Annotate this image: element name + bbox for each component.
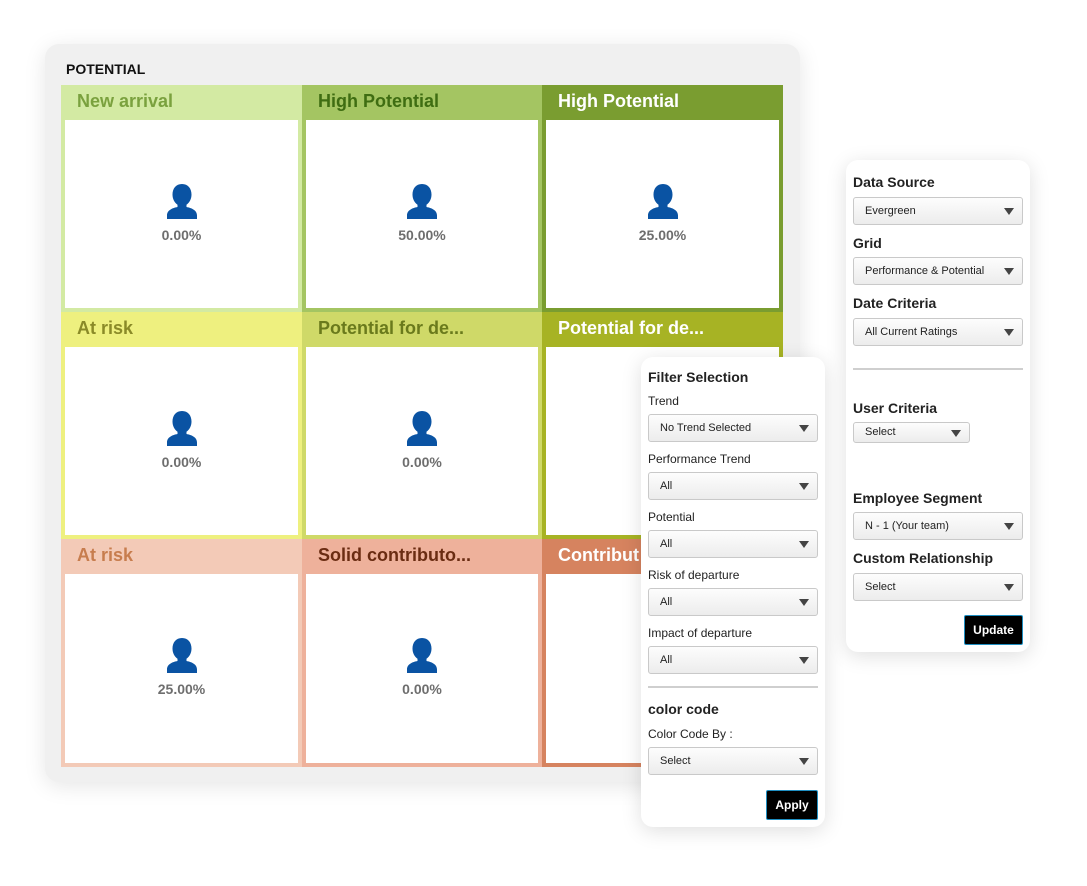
grid-cell-label: At risk bbox=[77, 545, 134, 565]
grid-cell-percentage: 50.00% bbox=[398, 227, 446, 243]
grid-cell-label: High Potential bbox=[318, 91, 439, 111]
chevron-down-icon bbox=[1004, 329, 1014, 336]
impact-of-departure-select-value: All bbox=[660, 654, 673, 666]
grid-cell-percentage: 25.00% bbox=[157, 681, 206, 697]
chevron-down-icon bbox=[799, 541, 809, 548]
chevron-down-icon bbox=[799, 599, 809, 606]
grid-cell-percentage: 0.00% bbox=[402, 454, 442, 470]
apply-button[interactable]: Apply bbox=[766, 790, 818, 820]
chevron-down-icon bbox=[1004, 584, 1014, 591]
grid-cell-label: Contribut bbox=[558, 545, 639, 565]
grid-title: POTENTIAL bbox=[66, 61, 146, 77]
grid-cell-label: High Potential bbox=[558, 91, 679, 111]
performance-trend-label: Performance Trend bbox=[648, 452, 751, 466]
update-button[interactable]: Update bbox=[964, 615, 1023, 645]
color-code-by-select-value: Select bbox=[660, 755, 691, 767]
potential-select[interactable]: All bbox=[648, 530, 818, 558]
trend-select[interactable]: No Trend Selected bbox=[648, 414, 818, 442]
date-criteria-label: Date Criteria bbox=[853, 295, 937, 311]
grid-select[interactable]: Performance & Potential bbox=[853, 257, 1023, 285]
trend-select-value: No Trend Selected bbox=[660, 422, 752, 434]
chevron-down-icon bbox=[1004, 268, 1014, 275]
person-icon bbox=[165, 182, 199, 220]
date-criteria-select[interactable]: All Current Ratings bbox=[853, 318, 1023, 346]
grid-cell-label: Potential for de... bbox=[318, 318, 465, 338]
person-icon bbox=[165, 636, 199, 674]
chevron-down-icon bbox=[799, 425, 809, 432]
impact-of-departure-label: Impact of departure bbox=[648, 626, 753, 640]
color-code-title: color code bbox=[648, 701, 719, 717]
grid-select-value: Performance & Potential bbox=[865, 265, 985, 277]
chevron-down-icon bbox=[799, 483, 809, 490]
chevron-down-icon bbox=[951, 430, 961, 437]
divider bbox=[648, 686, 818, 688]
employee-segment-select-value: N - 1 (Your team) bbox=[865, 520, 949, 532]
person-icon bbox=[165, 409, 199, 447]
filter-selection-title: Filter Selection bbox=[648, 369, 749, 385]
grid-cell-percentage: 0.00% bbox=[161, 227, 202, 243]
grid-cell-percentage: 0.00% bbox=[402, 681, 442, 697]
chevron-down-icon bbox=[1004, 208, 1014, 215]
potential-label: Potential bbox=[648, 510, 695, 524]
grid-cell-label: Solid contributo... bbox=[318, 545, 471, 565]
user-criteria-select-value: Select bbox=[865, 426, 896, 438]
grid-cell-label: New arrival bbox=[77, 91, 174, 111]
data-source-label: Data Source bbox=[853, 174, 935, 190]
employee-segment-label: Employee Segment bbox=[853, 490, 983, 506]
chevron-down-icon bbox=[799, 657, 809, 664]
data-source-select[interactable]: Evergreen bbox=[853, 197, 1023, 225]
trend-label: Trend bbox=[648, 394, 679, 408]
user-criteria-label: User Criteria bbox=[853, 400, 938, 416]
chevron-down-icon bbox=[799, 758, 809, 765]
custom-relationship-select[interactable]: Select bbox=[853, 573, 1023, 601]
grid-cell-percentage: 0.00% bbox=[161, 454, 202, 470]
chevron-down-icon bbox=[1004, 523, 1014, 530]
color-code-by-select[interactable]: Select bbox=[648, 747, 818, 775]
risk-of-departure-select[interactable]: All bbox=[648, 588, 818, 616]
custom-relationship-label: Custom Relationship bbox=[853, 550, 994, 566]
potential-select-value: All bbox=[660, 538, 673, 550]
divider bbox=[853, 368, 1023, 370]
person-icon bbox=[405, 409, 439, 447]
user-criteria-select[interactable]: Select bbox=[853, 422, 970, 443]
date-criteria-select-value: All Current Ratings bbox=[865, 326, 958, 338]
performance-trend-select[interactable]: All bbox=[648, 472, 818, 500]
grid-cell-label: At risk bbox=[77, 318, 134, 338]
performance-trend-select-value: All bbox=[660, 480, 673, 492]
risk-of-departure-select-value: All bbox=[660, 596, 673, 608]
risk-of-departure-label: Risk of departure bbox=[648, 568, 740, 582]
grid-cell-percentage: 25.00% bbox=[638, 227, 687, 243]
color-code-by-label: Color Code By : bbox=[648, 727, 733, 741]
grid-label: Grid bbox=[853, 235, 882, 251]
employee-segment-select[interactable]: N - 1 (Your team) bbox=[853, 512, 1023, 540]
custom-relationship-select-value: Select bbox=[865, 581, 896, 593]
person-icon bbox=[646, 182, 680, 220]
grid-cell-label: Potential for de... bbox=[558, 318, 705, 338]
person-icon bbox=[405, 182, 439, 220]
data-source-select-value: Evergreen bbox=[865, 205, 916, 217]
impact-of-departure-select[interactable]: All bbox=[648, 646, 818, 674]
person-icon bbox=[405, 636, 439, 674]
